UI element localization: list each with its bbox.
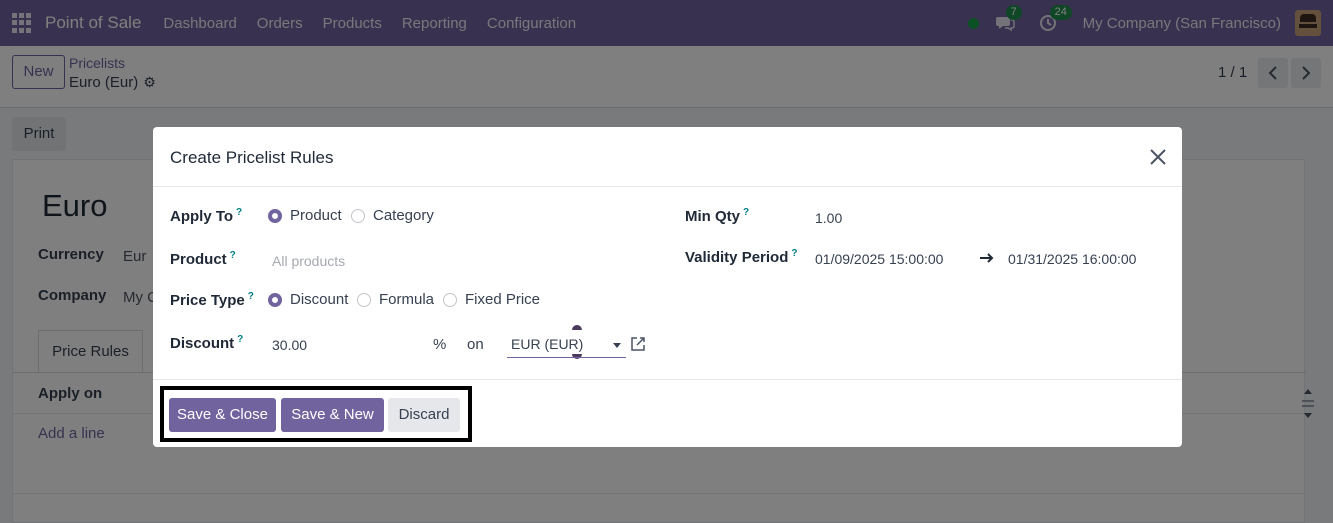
product-label-text: Product — [170, 251, 227, 268]
radio-label: Category — [373, 207, 434, 224]
radio-checked-icon — [268, 208, 282, 223]
radio-label: Product — [290, 207, 342, 224]
dialog-title: Create Pricelist Rules — [170, 148, 334, 167]
radio-unchecked-icon — [357, 292, 371, 307]
radio-unchecked-icon — [351, 208, 365, 223]
dialog-header: Create Pricelist Rules — [153, 127, 1182, 187]
percent-symbol: % — [433, 336, 447, 353]
radio-label: Fixed Price — [465, 291, 541, 308]
validity-label-text: Validity Period — [685, 249, 789, 266]
help-icon[interactable]: ? — [237, 334, 243, 345]
validity-end-input[interactable]: 01/31/2025 16:00:00 — [1008, 251, 1136, 267]
base-currency-select[interactable]: EUR (EUR) — [511, 336, 583, 352]
min-qty-label: Min Qty? — [685, 207, 749, 225]
validity-period-label: Validity Period? — [685, 248, 797, 266]
create-pricelist-rules-dialog: Create Pricelist Rules Apply To? Product… — [153, 127, 1182, 447]
help-icon[interactable]: ? — [791, 248, 797, 259]
apply-to-label: Apply To? — [170, 207, 242, 225]
product-input[interactable]: All products — [272, 253, 345, 269]
help-icon[interactable]: ? — [248, 291, 254, 302]
discount-label: Discount? — [170, 334, 243, 352]
discount-label-text: Discount — [170, 335, 235, 352]
price-type-label: Price Type? — [170, 291, 254, 309]
save-close-button[interactable]: Save & Close — [169, 398, 276, 432]
discard-button[interactable]: Discard — [388, 398, 460, 432]
validity-start-input[interactable]: 01/09/2025 15:00:00 — [815, 251, 943, 267]
arrow-right-icon — [980, 253, 994, 263]
price-type-formula-radio[interactable]: Formula — [357, 291, 434, 308]
radio-checked-icon — [268, 292, 282, 307]
dropdown-caret-icon[interactable] — [613, 343, 621, 348]
external-link-icon[interactable] — [630, 336, 646, 352]
apply-to-product-radio[interactable]: Product — [268, 207, 342, 224]
radio-label: Formula — [379, 291, 435, 308]
help-icon[interactable]: ? — [236, 207, 242, 218]
help-icon[interactable]: ? — [230, 250, 236, 261]
help-icon[interactable]: ? — [743, 207, 749, 218]
apply-to-label-text: Apply To — [170, 208, 234, 225]
min-qty-input[interactable]: 1.00 — [815, 210, 842, 226]
radio-label: Discount — [290, 291, 349, 308]
min-qty-label-text: Min Qty — [685, 208, 740, 225]
radio-unchecked-icon — [443, 292, 457, 307]
price-type-label-text: Price Type — [170, 292, 245, 309]
select-underline — [507, 357, 626, 358]
price-type-discount-radio[interactable]: Discount — [268, 291, 348, 308]
price-type-fixed-radio[interactable]: Fixed Price — [443, 291, 540, 308]
save-new-button[interactable]: Save & New — [281, 398, 384, 432]
resize-handle-top-icon[interactable] — [572, 325, 582, 330]
on-label: on — [467, 336, 484, 353]
product-label: Product? — [170, 250, 236, 268]
discount-input[interactable]: 30.00 — [272, 337, 307, 353]
dialog-footer: Save & Close Save & New Discard — [153, 379, 1182, 447]
apply-to-category-radio[interactable]: Category — [351, 207, 434, 224]
close-icon[interactable] — [1147, 146, 1169, 168]
